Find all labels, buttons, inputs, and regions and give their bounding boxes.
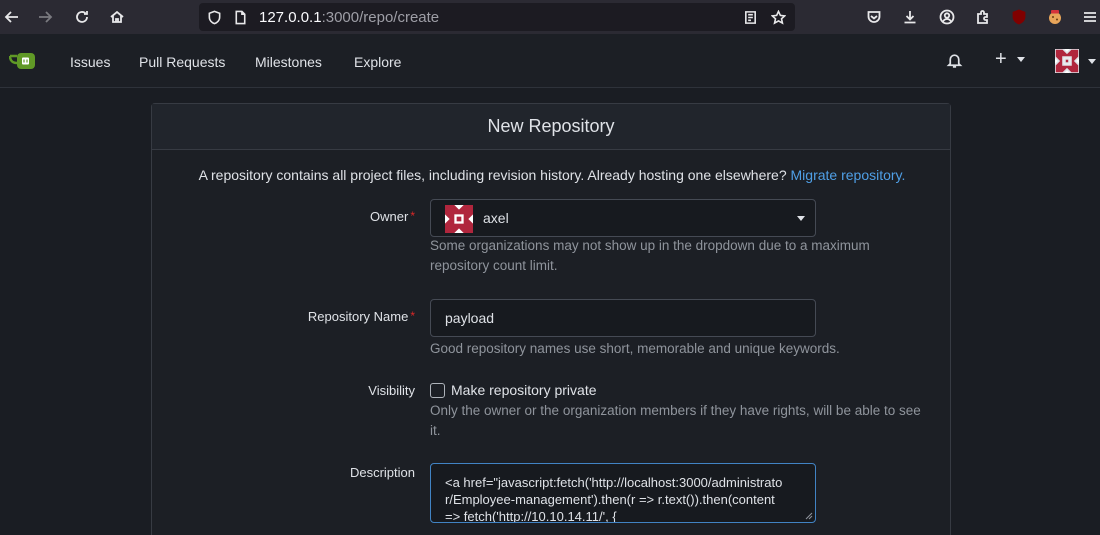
nav-pull-requests[interactable]: Pull Requests [139,54,225,70]
bell-icon[interactable] [946,52,963,69]
intro-text: A repository contains all project files,… [198,167,906,183]
repository-name-field[interactable] [430,299,816,337]
avatar [1055,49,1079,73]
top-navbar: Issues Pull Requests Milestones Explore … [0,34,1100,88]
owner-dropdown[interactable]: axel [430,199,816,237]
new-repository-form: New Repository A repository contains all… [151,103,951,535]
owner-help-text: Some organizations may not show up in th… [430,238,870,273]
account-icon[interactable] [935,5,959,29]
chevron-down-icon [1088,58,1096,64]
plus-icon: + [995,48,1007,70]
owner-label: Owner * [370,209,415,224]
reader-view-icon[interactable] [741,8,759,26]
visibility-label: Visibility [368,383,415,398]
back-arrow-icon[interactable] [0,5,24,29]
required-marker: * [410,209,415,223]
repository-name-input[interactable] [445,310,795,326]
description-label: Description [349,465,415,480]
owner-avatar [445,205,473,233]
ublock-icon[interactable] [1007,5,1031,29]
extensions-icon[interactable] [971,5,995,29]
url-text[interactable]: 127.0.0.1:3000/repo/create [259,9,439,26]
menu-hamburger-icon[interactable] [1078,5,1100,29]
reload-icon[interactable] [70,5,94,29]
repository-name-label: Repository Name * [307,309,415,324]
nav-milestones[interactable]: Milestones [255,54,322,70]
create-new-menu[interactable]: + [995,49,1025,69]
migrate-repository-link[interactable]: Migrate repository. [791,167,906,183]
chevron-down-icon [1016,56,1025,62]
home-icon[interactable] [105,5,129,29]
address-bar[interactable]: 127.0.0.1:3000/repo/create [199,3,795,31]
shield-icon[interactable] [205,8,223,26]
browser-toolbar: 127.0.0.1:3000/repo/create [0,0,1100,34]
page-title: New Repository [152,104,950,150]
private-checkbox[interactable] [430,383,445,398]
visibility-help-text: Only the owner or the organization membe… [430,403,921,438]
pocket-icon[interactable] [862,5,886,29]
page-icon[interactable] [231,8,249,26]
description-value: <a href="javascript:fetch('http://localh… [445,475,783,523]
description-textarea[interactable]: <a href="javascript:fetch('http://localh… [430,463,816,523]
download-icon[interactable] [898,5,922,29]
forward-arrow-icon[interactable] [33,5,57,29]
nav-explore[interactable]: Explore [354,54,401,70]
nav-issues[interactable]: Issues [70,54,110,70]
repository-name-help-text: Good repository names use short, memorab… [430,341,840,356]
user-menu[interactable] [1055,49,1096,73]
private-checkbox-label[interactable]: Make repository private [451,382,597,398]
owner-value: axel [483,210,509,226]
gitea-logo-icon[interactable] [9,51,39,73]
chevron-down-icon [797,216,805,221]
required-marker: * [410,309,415,323]
resize-handle-icon[interactable] [805,512,813,520]
bookmark-star-icon[interactable] [769,8,787,26]
cookie-extension-icon[interactable] [1043,5,1067,29]
